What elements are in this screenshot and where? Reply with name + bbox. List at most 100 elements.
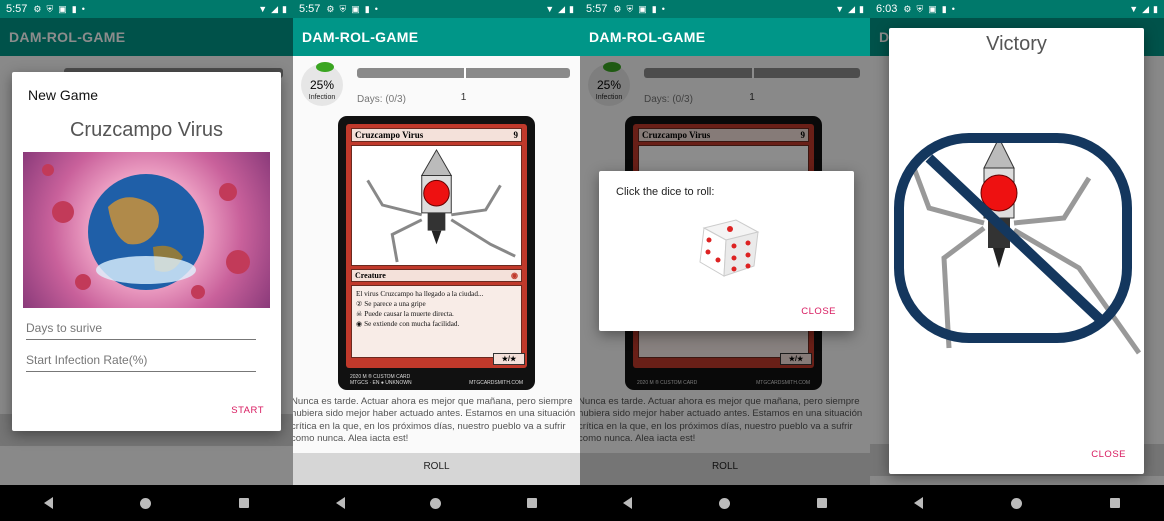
progress-marker <box>463 67 466 79</box>
sd-icon: ▮ <box>364 3 370 14</box>
infection-blob-icon <box>316 62 334 72</box>
recents-icon[interactable] <box>816 498 827 508</box>
card-rules-box: El virus Cruzcampo ha llegado a la ciuda… <box>351 285 522 358</box>
card-rule: ◉ Se extiende con mucha facilidad. <box>356 320 460 328</box>
wifi-icon: ▼ <box>258 4 268 14</box>
infection-rate-field[interactable]: Start Infection Rate(%) <box>26 350 256 372</box>
status-time: 6:03 <box>876 3 898 15</box>
notification-icon: ▣ <box>58 3 67 14</box>
infection-badge: 25% Infection <box>301 62 343 106</box>
dice-icon[interactable] <box>694 216 764 286</box>
back-icon[interactable] <box>335 497 345 509</box>
infection-percent: 25% <box>309 78 335 92</box>
virus-name: Cruzcampo Virus <box>69 119 224 141</box>
recents-icon[interactable] <box>239 498 250 508</box>
shield-icon: ⛨ <box>339 3 347 14</box>
screen-game: 5:57 ⚙ ⛨ ▣ ▮ • ▼ ◢ ▮ DAM-ROL-GAME 25% Infectio… <box>293 0 580 521</box>
game-content: 25% Infection 1 Days: (0/3) Cruzcampo Vi… <box>293 56 580 485</box>
sd-icon: ▮ <box>71 3 77 14</box>
recents-icon[interactable] <box>1110 498 1120 508</box>
victory-dialog: Victory CLOSE <box>889 28 1144 474</box>
screen-new-game: 5:57 ⚙⛨▣▮• ▼◢▮ DAM-ROL-GAME ROLL New Gam… <box>0 0 293 521</box>
status-bar: 5:57 ⚙ ⛨ ▣ ▮ • ▼ ◢ ▮ <box>0 0 293 18</box>
infection-label: Infection <box>308 94 336 101</box>
back-icon[interactable] <box>914 497 923 509</box>
dot-icon: • <box>951 4 955 14</box>
app-title: DAM-ROL-GAME <box>580 18 870 56</box>
dot-icon: • <box>374 4 378 14</box>
screen-dice: 5:57 ⚙ ⛨ ▣ ▮ • ▼ ◢ ▮ DAM-ROL-GAME 25% Infectio… <box>580 0 870 521</box>
new-game-dialog: New Game Cruzcampo Virus Days to surive … <box>12 72 281 431</box>
card-footer: 2020 M ® CUSTOM CARD MTGCS · EN ● UNKNOWN… <box>350 374 523 386</box>
battery-icon: ▮ <box>282 3 287 14</box>
nav-bar <box>580 485 870 521</box>
power-toughness: ★/★ <box>493 353 525 365</box>
victory-title: Victory <box>986 33 1047 55</box>
days-placeholder: Days to surive <box>26 321 103 335</box>
days-to-survive-field[interactable]: Days to surive <box>26 318 256 340</box>
wifi-icon: ▼ <box>1129 4 1139 14</box>
signal-icon: ◢ <box>1142 3 1150 14</box>
shield-icon: ⛨ <box>46 3 54 14</box>
close-button[interactable]: CLOSE <box>1091 449 1126 460</box>
signal-icon: ◢ <box>558 3 566 14</box>
back-icon[interactable] <box>43 497 53 509</box>
card-cost: 9 <box>513 130 519 140</box>
notification-icon: ▣ <box>928 3 937 14</box>
battery-icon: ▮ <box>1153 3 1158 14</box>
card-footer-left2: MTGCS · EN ● UNKNOWN <box>350 380 412 386</box>
dot-icon: • <box>661 4 665 14</box>
status-time: 5:57 <box>6 3 28 15</box>
notification-icon: ▣ <box>638 3 647 14</box>
settings-icon: ⚙ <box>613 3 622 14</box>
roll-button[interactable]: ROLL <box>293 453 580 485</box>
screen-victory: 6:03 ⚙⛨▣▮• ▼◢▮ DAM-ROL-GAME ROLL Victory <box>870 0 1164 521</box>
status-time: 5:57 <box>586 3 608 15</box>
home-icon[interactable] <box>718 497 730 509</box>
close-button[interactable]: CLOSE <box>801 306 836 317</box>
days-counter: Days: (0/3) <box>357 94 406 105</box>
sd-icon: ▮ <box>651 3 657 14</box>
set-symbol-icon: ◉ <box>511 271 518 280</box>
nav-bar <box>870 485 1164 521</box>
wifi-icon: ▼ <box>545 4 555 14</box>
sd-icon: ▮ <box>941 3 947 14</box>
rate-placeholder: Start Infection Rate(%) <box>26 353 148 367</box>
days-progress-bar: 1 <box>357 67 570 103</box>
screens: 5:57 ⚙⛨▣▮• ▼◢▮ DAM-ROL-GAME ROLL New Gam… <box>0 0 1164 521</box>
card-name: Cruzcampo Virus <box>355 130 424 140</box>
start-button[interactable]: START <box>231 405 264 416</box>
home-icon[interactable] <box>140 497 152 509</box>
wifi-icon: ▼ <box>835 4 845 14</box>
signal-icon: ◢ <box>848 3 856 14</box>
card-rule: El virus Cruzcampo ha llegado a la ciuda… <box>356 290 484 298</box>
battery-icon: ▮ <box>569 3 574 14</box>
app-title: DAM-ROL-GAME <box>293 18 580 56</box>
status-bar: 5:57 ⚙ ⛨ ▣ ▮ • ▼ ◢ ▮ <box>580 0 870 18</box>
virus-defeated-icon <box>889 118 1144 383</box>
card-type: Creature <box>355 271 386 280</box>
dialog-title: New Game <box>28 87 99 103</box>
dot-icon: • <box>81 4 85 14</box>
virus-card: Cruzcampo Virus 9 Creature ◉ El virus Cr… <box>338 116 535 390</box>
status-bar: 5:57 ⚙ ⛨ ▣ ▮ • ▼ ◢ ▮ <box>293 0 580 18</box>
virus-art <box>351 145 522 266</box>
shield-icon: ⛨ <box>626 3 634 14</box>
status-time: 5:57 <box>299 3 321 15</box>
card-title-bar: Cruzcampo Virus 9 <box>351 128 522 142</box>
recents-icon[interactable] <box>527 498 538 508</box>
story-text: Nunca es tarde. Actuar ahora es mejor qu… <box>293 396 576 445</box>
home-icon[interactable] <box>430 497 442 509</box>
settings-icon: ⚙ <box>33 3 42 14</box>
home-icon[interactable] <box>1011 497 1022 509</box>
virus-globe-image <box>23 152 270 308</box>
card-rule: ☠ Puede causar la muerte directa. <box>356 310 454 318</box>
dice-prompt: Click the dice to roll: <box>616 186 715 198</box>
signal-icon: ◢ <box>271 3 279 14</box>
settings-icon: ⚙ <box>903 3 912 14</box>
card-frame: Cruzcampo Virus 9 Creature ◉ El virus Cr… <box>346 124 527 368</box>
nav-bar <box>293 485 580 521</box>
card-type-bar: Creature ◉ <box>351 269 522 282</box>
back-icon[interactable] <box>623 497 633 509</box>
card-rule: ② Se parece a una gripe <box>356 300 426 308</box>
